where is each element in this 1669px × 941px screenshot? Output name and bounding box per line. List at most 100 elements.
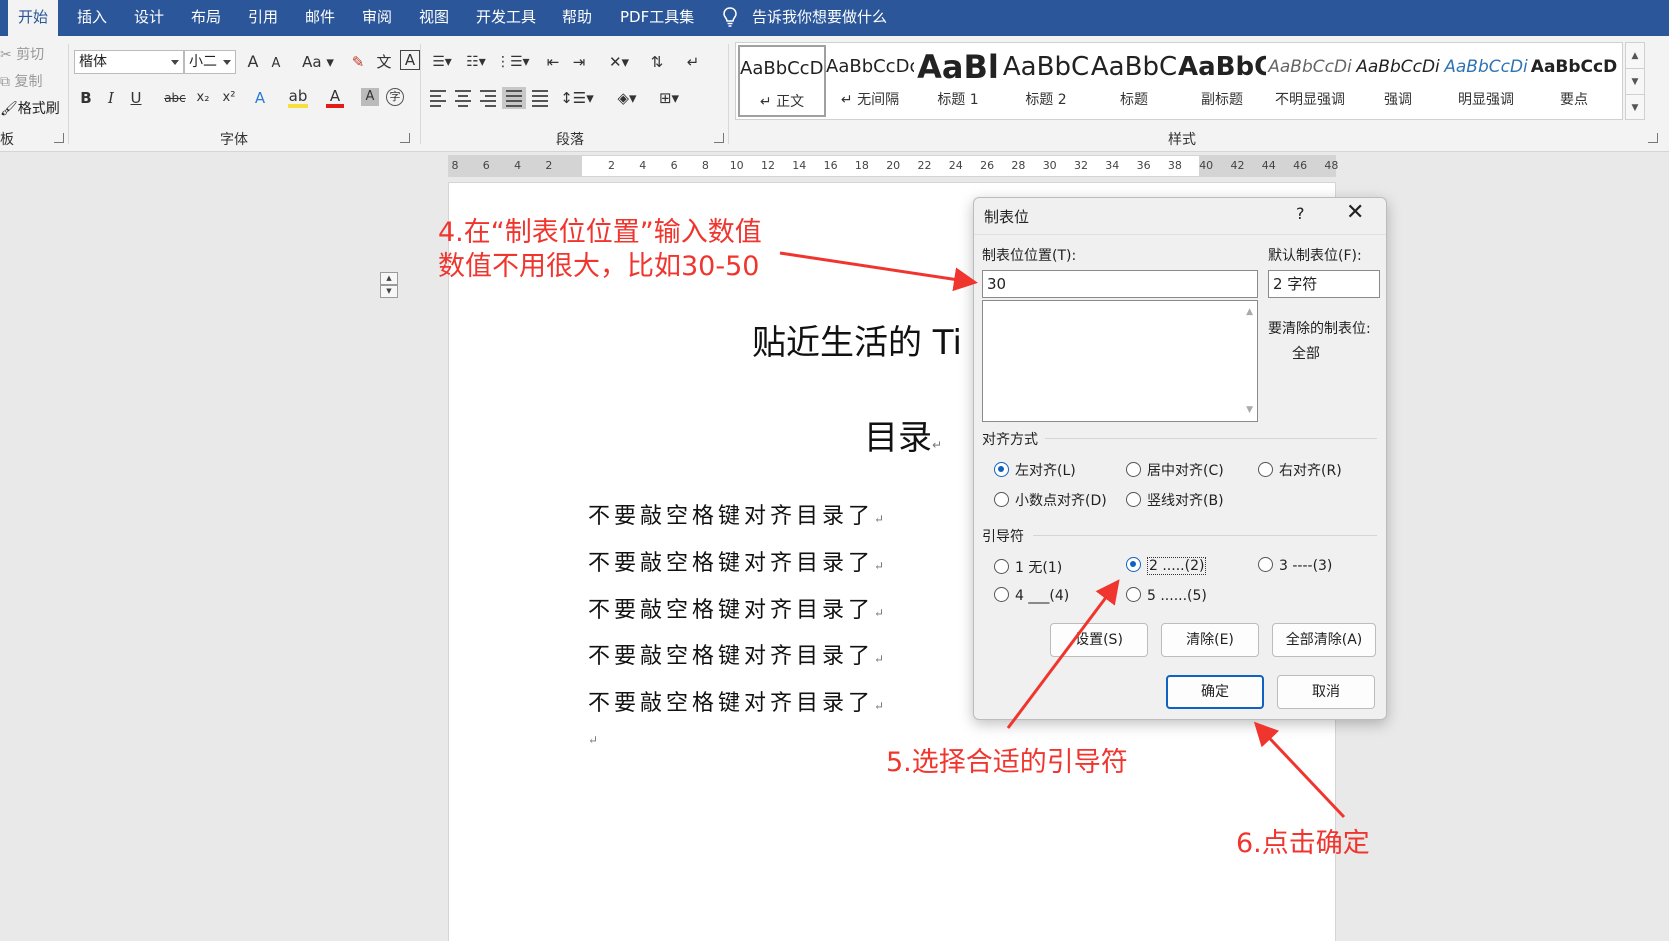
text-effects-icon[interactable]: A <box>250 86 270 110</box>
align-center-icon[interactable] <box>455 90 473 107</box>
style-intense-emphasis[interactable]: AaBbCcDi 明显强调 <box>1442 45 1530 117</box>
clear-format-icon[interactable]: ✎ <box>348 50 368 74</box>
gallery-more-icon[interactable]: ▼ <box>1626 95 1644 121</box>
tab-review[interactable]: 审阅 <box>352 0 402 36</box>
increase-indent-icon[interactable]: ⇥ <box>568 50 590 74</box>
style-heading-1[interactable]: AaBl 标题 1 <box>914 45 1002 117</box>
align-center-radio[interactable]: 居中对齐(C) <box>1126 460 1224 480</box>
font-size-select[interactable]: 小二 <box>184 50 236 74</box>
leader-dashes-radio[interactable]: 3 ----(3) <box>1258 557 1332 574</box>
tab-insert[interactable]: 插入 <box>67 0 117 36</box>
tab-home[interactable]: 开始 <box>8 0 59 36</box>
align-left-icon[interactable] <box>430 90 448 107</box>
distributed-icon[interactable] <box>532 90 550 107</box>
subscript-button[interactable]: x₂ <box>192 86 214 110</box>
cancel-button[interactable]: 取消 <box>1277 675 1375 709</box>
strikethrough-button[interactable]: abc <box>162 86 188 110</box>
bold-button[interactable]: B <box>76 86 96 110</box>
close-icon[interactable]: ✕ <box>1346 200 1364 225</box>
spin-up-icon[interactable]: ▲ <box>380 272 398 285</box>
tab-stop-list[interactable]: ▲ ▼ <box>982 300 1258 422</box>
style-emphasis[interactable]: AaBbCcDi 强调 <box>1354 45 1442 117</box>
shading-icon[interactable]: ◈▾ <box>610 86 644 110</box>
line-spacing-icon[interactable]: ↕☰▾ <box>560 86 594 110</box>
styles-gallery: AaBbCcDc↵ 正文 AaBbCcDc↵ 无间隔 AaBl标题 1 AaBb… <box>735 42 1623 120</box>
style-normal[interactable]: AaBbCcDc↵ 正文 <box>738 45 826 117</box>
justify-icon[interactable] <box>502 87 526 109</box>
leader-dots-radio[interactable]: 2 .....(2) <box>1126 557 1207 575</box>
shrink-font-button[interactable]: A <box>268 52 284 76</box>
dialog-title: 制表位 <box>984 208 1030 226</box>
chevron-down-icon <box>223 60 231 65</box>
bullets-icon[interactable]: ☰▾ <box>428 50 456 74</box>
align-decimal-radio[interactable]: 小数点对齐(D) <box>994 490 1107 510</box>
tab-view[interactable]: 视图 <box>409 0 459 36</box>
tab-mailings[interactable]: 邮件 <box>295 0 345 36</box>
scroll-up-icon[interactable]: ▲ <box>1626 43 1644 69</box>
leader-middot-radio[interactable]: 5 ......(5) <box>1126 587 1207 604</box>
align-left-radio[interactable]: 左对齐(L) <box>994 460 1076 480</box>
spin-down-icon[interactable]: ▼ <box>380 285 398 298</box>
tab-design[interactable]: 设计 <box>124 0 174 36</box>
multilevel-list-icon[interactable]: ⋮☰▾ <box>496 50 530 74</box>
sort-icon[interactable]: ⇅ <box>646 50 668 74</box>
underline-button[interactable]: U <box>126 86 146 110</box>
numbering-icon[interactable]: ☷▾ <box>462 50 490 74</box>
show-marks-icon[interactable]: ↵ <box>682 50 704 74</box>
borders-icon[interactable]: ⊞▾ <box>652 86 686 110</box>
tab-pdf-tools[interactable]: PDF工具集 <box>610 0 704 36</box>
char-border-icon[interactable]: A <box>400 50 420 70</box>
enclose-char-icon[interactable]: 字 <box>386 88 404 106</box>
decrease-indent-icon[interactable]: ⇤ <box>542 50 564 74</box>
set-button[interactable]: 设置(S) <box>1050 623 1148 657</box>
styles-launcher-icon[interactable] <box>1648 133 1658 143</box>
chinese-layout-icon[interactable]: ✕▾ <box>604 50 634 74</box>
style-title[interactable]: AaBbC 标题 <box>1090 45 1178 117</box>
tab-layout[interactable]: 布局 <box>181 0 231 36</box>
style-no-spacing[interactable]: AaBbCcDc ↵ 无间隔 <box>826 45 914 117</box>
grow-font-button[interactable]: A <box>244 50 262 74</box>
ruler-tick-label: 12 <box>761 159 775 172</box>
font-name-select[interactable]: 楷体 <box>74 50 184 74</box>
help-icon[interactable]: ? <box>1296 204 1305 223</box>
copy-button[interactable]: ⧉ 复制 <box>0 71 42 91</box>
highlight-icon[interactable]: ab <box>288 86 308 108</box>
scroll-up-icon[interactable]: ▲ <box>1246 307 1253 317</box>
font-launcher-icon[interactable] <box>400 133 410 143</box>
default-tab-spinner[interactable]: ▲ ▼ <box>380 272 398 300</box>
ok-button[interactable]: 确定 <box>1166 675 1264 709</box>
style-heading-2[interactable]: AaBbC 标题 2 <box>1002 45 1090 117</box>
tell-me-search[interactable]: 告诉我你想要做什么 <box>752 0 887 34</box>
styles-gallery-scroll[interactable]: ▲ ▼ ▼ <box>1625 42 1645 120</box>
clear-button[interactable]: 清除(E) <box>1161 623 1259 657</box>
clear-all-button[interactable]: 全部清除(A) <box>1272 623 1376 657</box>
leader-underline-radio[interactable]: 4 ___(4) <box>994 587 1069 604</box>
style-subtle-emphasis[interactable]: AaBbCcDi 不明显强调 <box>1266 45 1354 117</box>
clipboard-launcher-icon[interactable] <box>54 133 64 143</box>
align-right-radio[interactable]: 右对齐(R) <box>1258 460 1342 480</box>
scroll-down-icon[interactable]: ▼ <box>1626 69 1644 95</box>
leader-none-radio[interactable]: 1 无(1) <box>994 557 1062 577</box>
paragraph-launcher-icon[interactable] <box>714 133 724 143</box>
font-color-icon[interactable]: A <box>326 86 344 108</box>
cut-button[interactable]: ✂ 剪切 <box>0 44 44 64</box>
tab-developer[interactable]: 开发工具 <box>466 0 546 36</box>
ruler-tick-label: 14 <box>792 159 807 172</box>
default-tab-input[interactable]: 2 字符 <box>1268 270 1380 298</box>
italic-button[interactable]: I <box>101 86 121 110</box>
tab-references[interactable]: 引用 <box>238 0 288 36</box>
char-shading-icon[interactable]: A <box>361 88 379 106</box>
change-case-button[interactable]: Aa ▾ <box>300 50 336 74</box>
horizontal-ruler[interactable]: 8 6 4 2 2 4 6 8 10 12 14 16 18 20 22 24 26 28 30 32 34 36 38 40… <box>448 155 1338 177</box>
superscript-button[interactable]: x² <box>218 86 240 110</box>
align-right-icon[interactable] <box>480 90 498 107</box>
style-subtitle[interactable]: AaBbC 副标题 <box>1178 45 1266 117</box>
tab-help[interactable]: 帮助 <box>552 0 602 36</box>
align-bar-radio[interactable]: 竖线对齐(B) <box>1126 490 1224 510</box>
tab-position-input[interactable]: 30 <box>982 270 1258 298</box>
format-painter-button[interactable]: 🖌格式刷 <box>0 98 60 118</box>
scroll-down-icon[interactable]: ▼ <box>1246 405 1253 415</box>
style-strong[interactable]: AaBbCcD 要点 <box>1530 45 1618 117</box>
phonetic-guide-icon[interactable]: 文 <box>374 50 394 74</box>
toc-line: 不要敲空格键对齐目录了↵ <box>588 644 885 669</box>
